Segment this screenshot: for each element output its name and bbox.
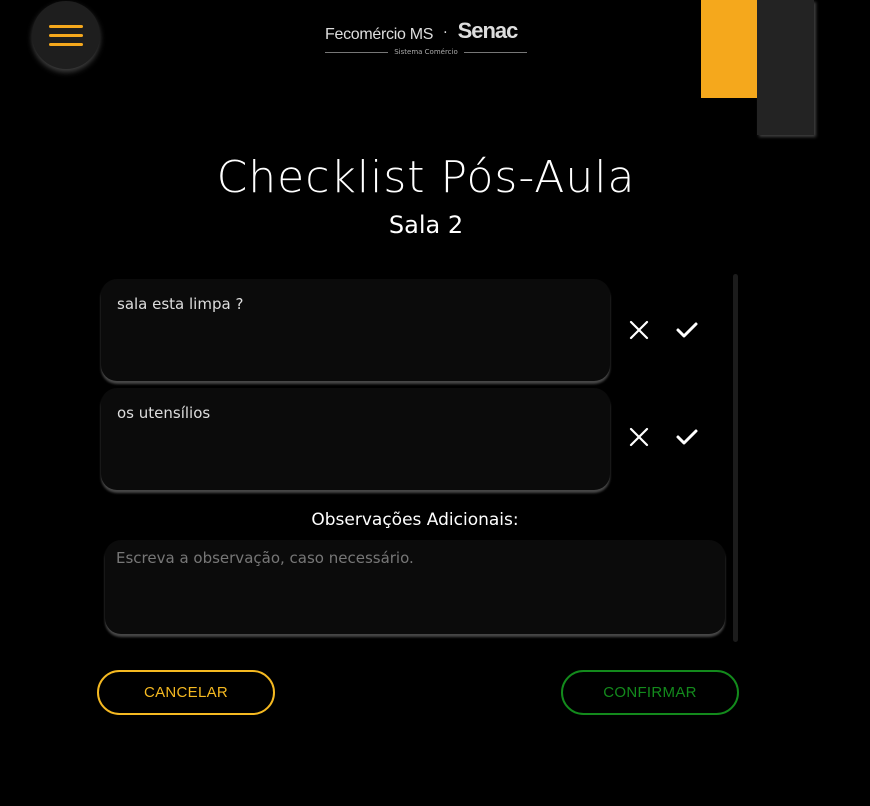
menu-button[interactable]	[32, 1, 100, 69]
page-subtitle: Sala 2	[388, 211, 464, 239]
checklist-item-label: os utensílios	[117, 404, 211, 422]
page-title: Checklist Pós-Aula	[216, 152, 636, 203]
check-icon	[676, 322, 698, 338]
hamburger-icon-line	[49, 33, 83, 37]
checklist-item: os utensílios	[101, 388, 610, 490]
observations-box	[105, 540, 725, 634]
decorative-yellow-block	[701, 0, 757, 98]
logo-subtitle-row: Sistema Comércio	[325, 48, 527, 56]
check-icon	[676, 429, 698, 445]
reject-button[interactable]	[626, 424, 652, 450]
checklist-item-label: sala esta limpa ?	[117, 295, 244, 313]
content-scrollbar[interactable]	[733, 274, 738, 642]
close-icon	[629, 427, 649, 447]
hamburger-icon-line	[49, 24, 83, 28]
decorative-gray-block	[757, 0, 814, 135]
logo-subtitle: Sistema Comércio	[394, 48, 458, 56]
approve-button[interactable]	[674, 424, 700, 450]
observations-textarea[interactable]	[105, 540, 725, 634]
hamburger-icon-line	[49, 42, 83, 46]
confirm-button[interactable]: CONFIRMAR	[561, 670, 739, 715]
approve-button[interactable]	[674, 317, 700, 343]
close-icon	[629, 320, 649, 340]
reject-button[interactable]	[626, 317, 652, 343]
checklist-item: sala esta limpa ?	[101, 279, 610, 381]
cancel-button[interactable]: CANCELAR	[97, 670, 275, 715]
logo-senac: Senac	[457, 18, 519, 43]
observations-label: Observações Adicionais:	[311, 510, 519, 530]
brand-logo: Fecomércio MS · Senac Sistema Comércio	[325, 4, 527, 62]
logo-separator: ·	[443, 25, 448, 41]
logo-fecomercio: Fecomércio MS	[325, 26, 434, 43]
